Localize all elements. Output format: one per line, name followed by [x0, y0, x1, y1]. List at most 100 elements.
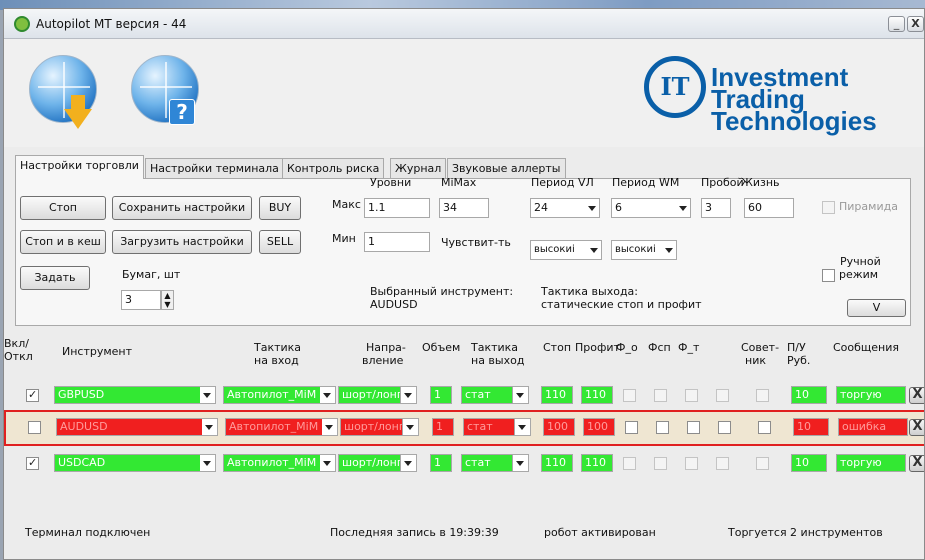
instrument-dropdown[interactable] — [200, 386, 216, 404]
entry-tactic-select[interactable]: Автопилот_MiM — [223, 386, 323, 404]
mimax-label: MiMax — [441, 176, 477, 189]
stop-input[interactable]: 100 — [543, 418, 575, 436]
minimize-button[interactable]: _ — [888, 16, 905, 32]
close-window-button[interactable]: X — [907, 16, 924, 32]
f-extra-checkbox[interactable] — [716, 457, 729, 470]
f-t-checkbox[interactable] — [685, 389, 698, 402]
direction-dropdown[interactable] — [403, 418, 419, 436]
buy-button[interactable]: BUY — [259, 196, 301, 220]
period-wm-mode-select[interactable]: высокиі — [611, 240, 677, 260]
chevron-down-icon — [325, 425, 333, 430]
pnl-value: 10 — [793, 418, 829, 436]
save-settings-button[interactable]: Сохранить настройки — [112, 196, 252, 220]
f-extra-checkbox[interactable] — [716, 389, 729, 402]
col-volume: Объем — [422, 341, 461, 354]
volume-input[interactable]: 1 — [430, 454, 452, 472]
expand-v-button[interactable]: V — [847, 299, 906, 317]
chevron-down-icon — [205, 425, 213, 430]
profit-input[interactable]: 110 — [581, 454, 613, 472]
stop-button[interactable]: Стоп — [20, 196, 106, 220]
tab-risk-control[interactable]: Контроль риска — [282, 158, 385, 178]
col-pnl-1: П/У — [787, 341, 806, 354]
f-sp-checkbox[interactable] — [656, 421, 669, 434]
pyramid-checkbox[interactable] — [822, 201, 835, 214]
volume-input[interactable]: 1 — [430, 386, 452, 404]
f-extra-checkbox[interactable] — [718, 421, 731, 434]
direction-select[interactable]: шорт/лонг — [338, 454, 401, 472]
row-enable-checkbox[interactable] — [28, 421, 41, 434]
mimax-input[interactable]: 34 — [439, 198, 489, 218]
instrument-select[interactable]: AUDUSD — [56, 418, 211, 436]
set-button[interactable]: Задать — [20, 266, 90, 290]
entry-tactic-dropdown[interactable] — [320, 454, 336, 472]
remove-row-button[interactable]: X — [909, 419, 924, 436]
table-row[interactable]: USDCAD Автопилот_MiM шорт/лонг 1 стат 11… — [4, 450, 924, 480]
period-vl-select[interactable]: 24 — [530, 198, 600, 218]
entry-tactic-dropdown[interactable] — [320, 386, 336, 404]
tab-journal[interactable]: Журнал — [390, 158, 447, 178]
direction-select[interactable]: шорт/лонг — [338, 386, 401, 404]
advisor-checkbox[interactable] — [758, 421, 771, 434]
table-row[interactable]: GBPUSD Автопилот_MiM шорт/лонг 1 стат 11… — [4, 382, 924, 412]
life-label: Жизнь — [741, 176, 780, 189]
exit-tactic-select[interactable]: стат — [461, 454, 513, 472]
entry-tactic-select[interactable]: Автопилот_MiM — [225, 418, 325, 436]
tab-sound-alerts[interactable]: Звуковые аллерты — [447, 158, 566, 178]
exit-tactic-select[interactable]: стат — [463, 418, 515, 436]
min-level-input[interactable]: 1 — [364, 232, 430, 252]
entry-tactic-dropdown[interactable] — [322, 418, 338, 436]
period-wm-label: Период WM — [612, 176, 680, 189]
max-level-input[interactable]: 1.1 — [364, 198, 430, 218]
instrument-select[interactable]: USDCAD — [54, 454, 209, 472]
instrument-select[interactable]: GBPUSD — [54, 386, 209, 404]
title-bar: Autopilot MT версия - 44 _ X — [4, 9, 924, 39]
remove-row-button[interactable]: X — [909, 387, 924, 404]
exit-tactic-dropdown[interactable] — [513, 386, 529, 404]
f-t-checkbox[interactable] — [685, 457, 698, 470]
selected-instrument-value: AUDUSD — [370, 298, 418, 311]
exit-tactic-dropdown[interactable] — [513, 454, 529, 472]
stop-and-cash-button[interactable]: Стоп и в кеш — [20, 230, 106, 254]
direction-dropdown[interactable] — [401, 386, 417, 404]
direction-dropdown[interactable] — [401, 454, 417, 472]
life-input[interactable]: 60 — [744, 198, 794, 218]
instrument-dropdown[interactable] — [200, 454, 216, 472]
breakout-input[interactable]: 3 — [701, 198, 731, 218]
f-o-checkbox[interactable] — [623, 457, 636, 470]
advisor-checkbox[interactable] — [756, 457, 769, 470]
f-t-checkbox[interactable] — [687, 421, 700, 434]
chevron-down-icon — [590, 248, 598, 253]
manual-mode-checkbox[interactable] — [822, 269, 835, 282]
col-entry-1: Тактика — [254, 341, 302, 354]
f-o-checkbox[interactable] — [623, 389, 636, 402]
tab-terminal-settings[interactable]: Настройки терминала — [145, 158, 284, 178]
exit-tactic-select[interactable]: стат — [461, 386, 513, 404]
row-enable-checkbox[interactable] — [26, 388, 39, 402]
papers-spinner[interactable]: 3 — [121, 290, 161, 310]
instrument-dropdown[interactable] — [202, 418, 218, 436]
f-sp-checkbox[interactable] — [654, 457, 667, 470]
profit-input[interactable]: 110 — [581, 386, 613, 404]
advisor-checkbox[interactable] — [756, 389, 769, 402]
period-wm-select[interactable]: 6 — [611, 198, 691, 218]
period-wm-value: 6 — [615, 201, 622, 214]
sell-button[interactable]: SELL — [259, 230, 301, 254]
stop-input[interactable]: 110 — [541, 454, 573, 472]
entry-tactic-select[interactable]: Автопилот_MiM — [223, 454, 323, 472]
col-f-o: Ф_о — [616, 341, 638, 354]
exit-tactic-label: Тактика выхода: — [541, 285, 639, 298]
row-enable-checkbox[interactable] — [26, 456, 39, 470]
papers-spin-buttons[interactable]: ▲ ▼ — [161, 290, 174, 310]
load-settings-button[interactable]: Загрузить настройки — [112, 230, 252, 254]
exit-tactic-dropdown[interactable] — [515, 418, 531, 436]
period-vl-mode-select[interactable]: высокиі — [530, 240, 602, 260]
volume-input[interactable]: 1 — [432, 418, 454, 436]
f-o-checkbox[interactable] — [625, 421, 638, 434]
tab-trading-settings[interactable]: Настройки торговли — [15, 155, 144, 179]
stop-input[interactable]: 110 — [541, 386, 573, 404]
direction-select[interactable]: шорт/лонг — [340, 418, 403, 436]
f-sp-checkbox[interactable] — [654, 389, 667, 402]
table-row-selected[interactable]: AUDUSD Автопилот_MiM шорт/лонг 1 стат 10… — [4, 410, 924, 446]
profit-input[interactable]: 100 — [583, 418, 615, 436]
remove-row-button[interactable]: X — [909, 455, 924, 472]
